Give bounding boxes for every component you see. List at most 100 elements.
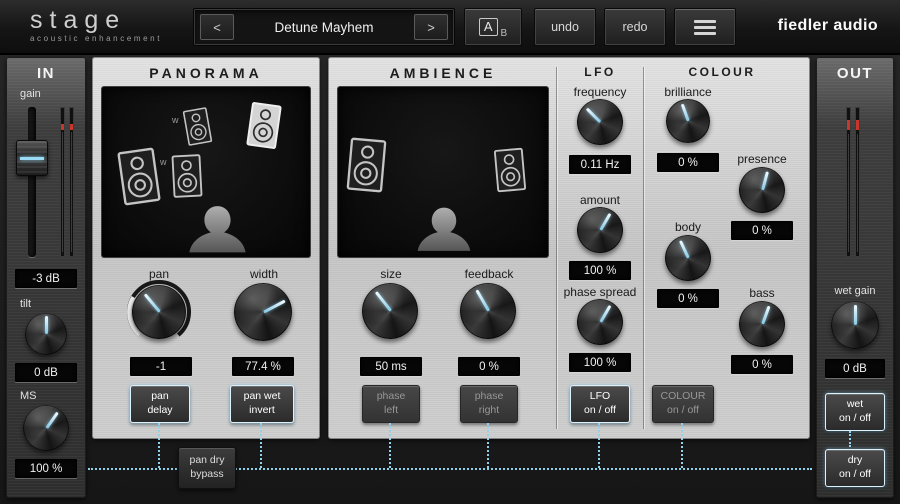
lfo-frequency-value[interactable]: 0.11 Hz bbox=[569, 155, 631, 174]
input-meter-left bbox=[60, 107, 65, 257]
lfo-phase-spread-value[interactable]: 100 % bbox=[569, 353, 631, 372]
output-title: OUT bbox=[836, 65, 874, 82]
undo-button[interactable]: undo bbox=[534, 8, 596, 46]
input-gain-label: gain bbox=[20, 88, 41, 100]
preset-next-button[interactable]: > bbox=[414, 14, 448, 40]
dry-onoff-button[interactable]: dry on / off bbox=[825, 449, 885, 487]
menu-icon bbox=[694, 19, 716, 35]
wet-onoff-button[interactable]: wet on / off bbox=[825, 393, 885, 431]
speaker-icon[interactable] bbox=[346, 136, 388, 193]
speaker-icon[interactable] bbox=[245, 101, 283, 150]
colour-divider bbox=[643, 67, 644, 429]
panorama-title: PANORAMA bbox=[149, 65, 263, 81]
feedback-knob[interactable] bbox=[460, 283, 516, 339]
ab-b-label: B bbox=[500, 27, 508, 39]
input-gain-value[interactable]: -3 dB bbox=[15, 269, 77, 288]
ambience-title: AMBIENCE bbox=[389, 65, 497, 81]
width-label: width bbox=[249, 267, 278, 281]
signal-path-line bbox=[681, 423, 683, 468]
tilt-knob[interactable] bbox=[25, 313, 67, 355]
wet-marker: w bbox=[172, 115, 179, 125]
preset-selector: < Detune Mayhem > bbox=[193, 8, 455, 46]
redo-button[interactable]: redo bbox=[604, 8, 666, 46]
pan-dry-bypass-button[interactable]: pan dry bypass bbox=[178, 447, 236, 489]
size-label: size bbox=[380, 267, 402, 281]
speaker-icon[interactable] bbox=[171, 151, 203, 201]
wet-gain-knob[interactable] bbox=[831, 301, 879, 349]
pan-wet-invert-button[interactable]: pan wet invert bbox=[230, 385, 294, 423]
wet-gain-label: wet gain bbox=[834, 285, 876, 297]
lfo-divider bbox=[556, 67, 557, 429]
brilliance-value[interactable]: 0 % bbox=[657, 153, 719, 172]
brilliance-label: brilliance bbox=[664, 85, 712, 99]
pan-knob[interactable] bbox=[132, 285, 186, 339]
presence-knob[interactable] bbox=[739, 167, 785, 213]
feedback-value[interactable]: 0 % bbox=[458, 357, 520, 376]
logo-subtitle: acoustic enhancement bbox=[30, 34, 163, 43]
input-section: IN gain -3 dB tilt 0 dB MS 100 % bbox=[6, 57, 86, 498]
phase-left-button[interactable]: phase left bbox=[362, 385, 420, 423]
ambience-display[interactable] bbox=[338, 87, 548, 257]
ab-compare-button[interactable]: A B bbox=[464, 8, 522, 46]
wet-marker: w bbox=[160, 157, 167, 167]
ms-value[interactable]: 100 % bbox=[15, 459, 77, 478]
signal-path-line bbox=[389, 423, 391, 468]
preset-prev-button[interactable]: < bbox=[200, 14, 234, 40]
listener-icon bbox=[417, 207, 471, 251]
feedback-label: feedback bbox=[464, 267, 514, 281]
lfo-frequency-knob[interactable] bbox=[577, 99, 623, 145]
speaker-icon[interactable] bbox=[182, 106, 213, 147]
body-label: body bbox=[674, 220, 702, 234]
stage-plugin-window: stage acoustic enhancement < Detune Mayh… bbox=[0, 0, 900, 504]
panorama-panel: PANORAMA w w pan width -1 77.4 % pan del… bbox=[92, 57, 320, 439]
lfo-phase-spread-label: phase spread bbox=[563, 285, 637, 299]
ms-knob[interactable] bbox=[23, 405, 69, 451]
body-value[interactable]: 0 % bbox=[657, 289, 719, 308]
signal-path-line bbox=[158, 423, 160, 468]
width-value[interactable]: 77.4 % bbox=[232, 357, 294, 376]
tilt-value[interactable]: 0 dB bbox=[15, 363, 77, 382]
panorama-display[interactable]: w w bbox=[102, 87, 310, 257]
preset-name[interactable]: Detune Mayhem bbox=[238, 20, 410, 35]
width-knob[interactable] bbox=[234, 283, 292, 341]
input-gain-fader-handle[interactable] bbox=[16, 140, 48, 176]
wet-gain-value[interactable]: 0 dB bbox=[825, 359, 885, 378]
body-knob[interactable] bbox=[665, 235, 711, 281]
phase-right-button[interactable]: phase right bbox=[460, 385, 518, 423]
colour-onoff-button[interactable]: COLOUR on / off bbox=[652, 385, 714, 423]
presence-label: presence bbox=[737, 152, 787, 166]
brand-name: fiedler audio bbox=[777, 17, 878, 34]
bass-value[interactable]: 0 % bbox=[731, 355, 793, 374]
ambience-panel: AMBIENCE size feedback 50 ms 0 % phase l… bbox=[328, 57, 810, 439]
presence-value[interactable]: 0 % bbox=[731, 221, 793, 240]
brilliance-knob[interactable] bbox=[666, 99, 710, 143]
output-meter-left bbox=[846, 107, 851, 257]
header-bar: stage acoustic enhancement < Detune Mayh… bbox=[0, 0, 900, 55]
colour-title: COLOUR bbox=[688, 65, 756, 79]
bass-label: bass bbox=[749, 286, 775, 300]
lfo-amount-value[interactable]: 100 % bbox=[569, 261, 631, 280]
input-meter-right bbox=[69, 107, 74, 257]
lfo-title: LFO bbox=[584, 65, 616, 79]
pan-value[interactable]: -1 bbox=[130, 357, 192, 376]
signal-path-line bbox=[598, 423, 600, 468]
signal-path-line bbox=[260, 423, 262, 468]
logo-title: stage bbox=[30, 6, 127, 34]
bass-knob[interactable] bbox=[739, 301, 785, 347]
pan-delay-button[interactable]: pan delay bbox=[130, 385, 190, 423]
lfo-amount-label: amount bbox=[579, 193, 621, 207]
ab-a-label: A bbox=[478, 18, 498, 36]
input-gain-fader-track[interactable] bbox=[28, 107, 36, 257]
lfo-onoff-button[interactable]: LFO on / off bbox=[570, 385, 630, 423]
speaker-icon[interactable] bbox=[493, 147, 527, 193]
speaker-icon[interactable] bbox=[116, 146, 162, 208]
size-knob[interactable] bbox=[362, 283, 418, 339]
logo: stage acoustic enhancement bbox=[30, 7, 162, 43]
size-value[interactable]: 50 ms bbox=[360, 357, 422, 376]
ms-label: MS bbox=[20, 390, 37, 402]
input-title: IN bbox=[37, 65, 55, 82]
lfo-phase-spread-knob[interactable] bbox=[577, 299, 623, 345]
listener-icon bbox=[189, 206, 246, 253]
menu-button[interactable] bbox=[674, 8, 736, 46]
lfo-amount-knob[interactable] bbox=[577, 207, 623, 253]
